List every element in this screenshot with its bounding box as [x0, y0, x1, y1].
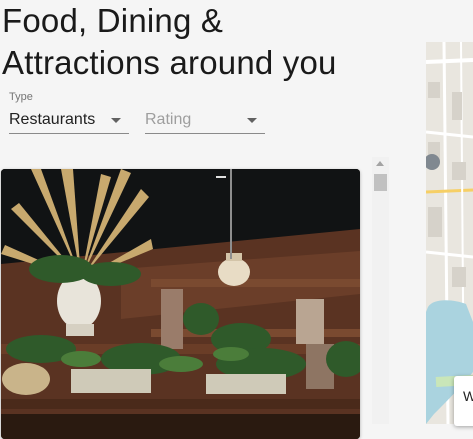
dropdown-arrow-icon[interactable]: [111, 118, 121, 123]
restaurant-card[interactable]: [1, 169, 360, 439]
scrollbar-thumb[interactable]: [374, 174, 387, 191]
type-select-value: Restaurants: [9, 111, 96, 128]
page-title: Food, Dining & Attractions around you: [2, 0, 402, 84]
dropdown-arrow-icon[interactable]: [247, 118, 257, 123]
rating-select[interactable]: Rating: [145, 104, 265, 134]
page-title-line-1: Food, Dining &: [2, 2, 224, 39]
type-filter[interactable]: Type Restaurants: [9, 90, 129, 134]
type-select[interactable]: Restaurants: [9, 104, 129, 134]
scroll-up-arrow-icon[interactable]: [376, 161, 384, 166]
page-title-line-2: Attractions around you: [2, 44, 337, 81]
restaurant-photo: [1, 169, 360, 439]
map-canvas[interactable]: [426, 42, 473, 424]
type-filter-label: Type: [9, 91, 33, 103]
map-popup-text: W: [463, 388, 473, 404]
rating-filter[interactable]: Rating: [145, 90, 265, 134]
map-info-popup[interactable]: W: [454, 376, 473, 426]
map-panel[interactable]: [426, 42, 473, 424]
rating-select-placeholder: Rating: [145, 111, 192, 128]
card-list-scrollbar[interactable]: [372, 157, 389, 424]
